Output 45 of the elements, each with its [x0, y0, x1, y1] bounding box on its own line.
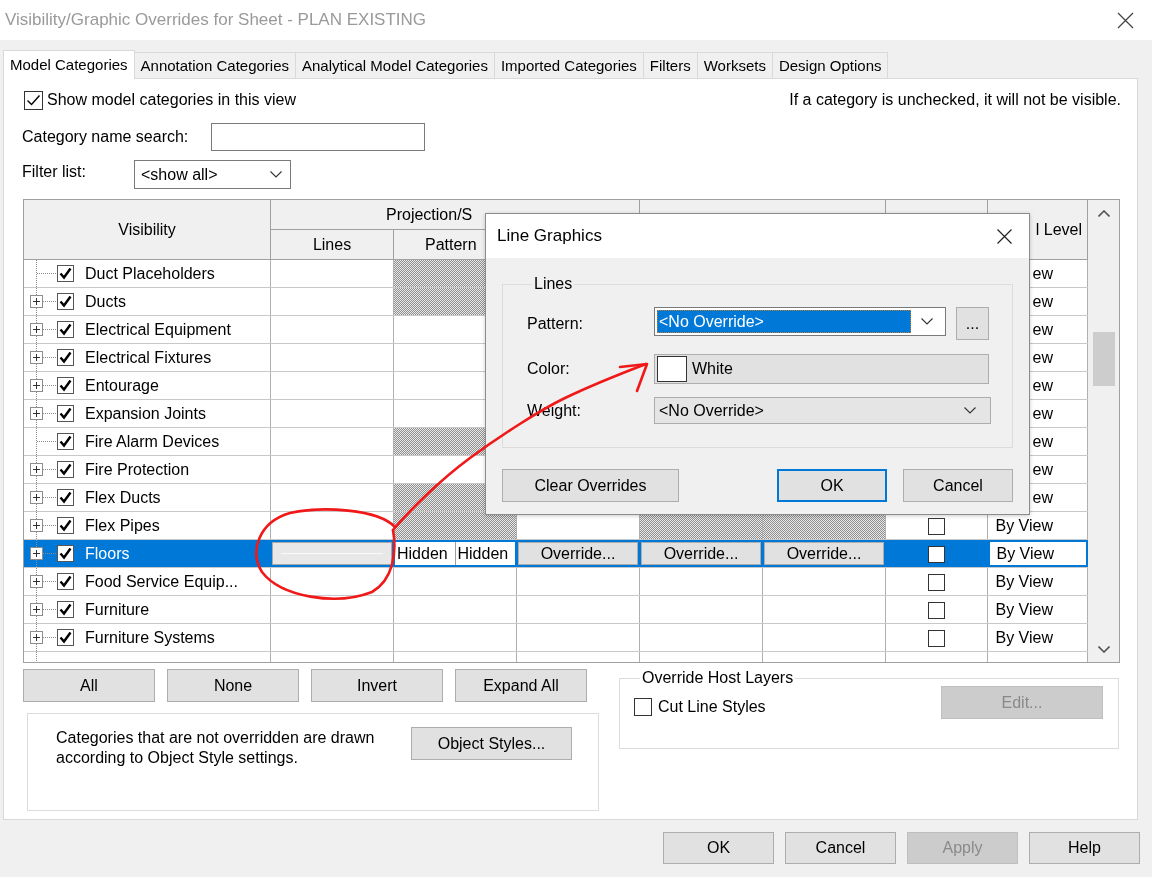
search-label: Category name search: — [22, 128, 189, 146]
category-name: Furniture — [85, 600, 150, 619]
category-name: Flex Pipes — [85, 516, 160, 535]
field-label: Pattern: — [527, 315, 584, 333]
cell-text: Hidden — [454, 542, 515, 565]
detail-level-value: ew — [1032, 432, 1053, 451]
dialog-title: Line Graphics — [497, 226, 602, 246]
category-name: Food Service Equip... — [85, 572, 238, 591]
checkbox-label: Cut Line Styles — [658, 698, 766, 716]
window-title: Visibility/Graphic Overrides for Sheet - PLAN EXISTING — [5, 10, 427, 30]
group-title: Override Host Layers — [641, 669, 795, 687]
category-name: Ducts — [85, 292, 126, 311]
column-heading: l Level — [1035, 220, 1082, 239]
filter-label: Filter list: — [22, 163, 86, 181]
detail-level-value: ew — [1032, 376, 1053, 395]
category-name: Fire Alarm Devices — [85, 432, 220, 451]
detail-level-value: ew — [1032, 292, 1053, 311]
column-heading: Pattern — [425, 235, 477, 254]
detail-level-value: By View — [995, 628, 1053, 647]
detail-level-value: By View — [995, 572, 1053, 591]
detail-level-value: ew — [1032, 320, 1053, 339]
category-name: Electrical Equipment — [85, 320, 231, 339]
category-name: Entourage — [85, 376, 159, 395]
category-name: Duct Placeholders — [85, 264, 215, 283]
detail-level-value: ew — [1032, 348, 1053, 367]
detail-level-value: By View — [996, 544, 1054, 563]
note-text: Categories that are not overridden are drawn according to Object Style settings. — [56, 728, 376, 768]
hint-text: If a category is unchecked, it will not be visible. — [789, 91, 1121, 109]
category-name: Floors — [85, 544, 130, 563]
detail-level-value: ew — [1032, 460, 1053, 479]
checkbox-label: Show model categories in this view — [47, 91, 296, 109]
detail-level-value: ew — [1032, 404, 1053, 423]
category-name: Expansion Joints — [85, 404, 206, 423]
column-heading: Visibility — [118, 220, 176, 239]
category-name: Electrical Fixtures — [85, 348, 212, 367]
detail-level-value: By View — [995, 600, 1053, 619]
detail-level-value: ew — [1032, 264, 1053, 283]
cell-text: Hidden — [395, 542, 455, 565]
category-name: Flex Ducts — [85, 488, 161, 507]
detail-level-value: By View — [995, 516, 1053, 535]
category-name: Fire Protection — [85, 460, 190, 479]
column-heading: Projection/S — [386, 205, 473, 224]
column-heading: Lines — [312, 235, 352, 254]
category-name: Furniture Systems — [85, 628, 215, 647]
detail-level-value: ew — [1032, 488, 1053, 507]
